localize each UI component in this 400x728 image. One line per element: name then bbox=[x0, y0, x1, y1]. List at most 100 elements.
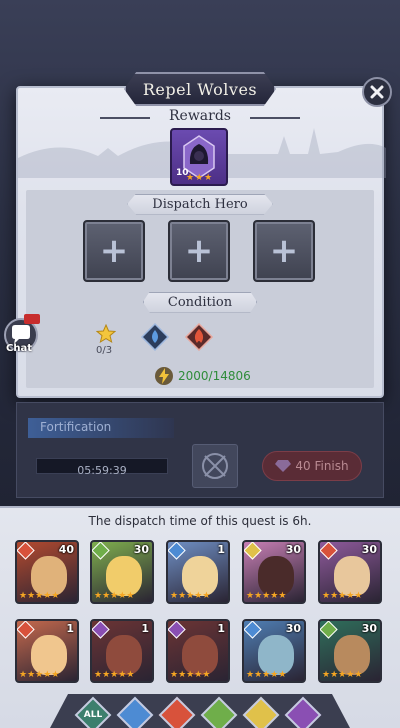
reward-item[interactable]: 10 ★ ★ ★ bbox=[170, 128, 228, 186]
hero-stars: ★ ★ ★ ★ ★ bbox=[94, 671, 134, 680]
star-icon: ★ bbox=[330, 591, 339, 601]
add-hero-slot-2[interactable]: + bbox=[168, 220, 230, 282]
fortification-timer: 05:59:39 bbox=[36, 458, 168, 477]
star-icon: ★ bbox=[19, 670, 28, 680]
star-icon: ★ bbox=[322, 670, 331, 680]
star-icon: ★ bbox=[278, 591, 287, 601]
dark-element-icon bbox=[168, 621, 186, 639]
fire-element-icon bbox=[17, 621, 35, 639]
hero-level: 30 bbox=[285, 543, 301, 556]
hero-portrait bbox=[31, 556, 67, 596]
hero-stars: ★ ★ ★ ★ ★ bbox=[94, 592, 134, 601]
star-icon: ★ bbox=[254, 591, 263, 601]
hero-portrait bbox=[182, 635, 218, 675]
hero-card[interactable]: 30 ★ ★ ★ ★ ★ bbox=[318, 619, 382, 683]
star-icon: ★ bbox=[126, 670, 135, 680]
hero-card[interactable]: 1 ★ ★ ★ ★ ★ bbox=[166, 619, 230, 683]
star-icon: ★ bbox=[262, 670, 271, 680]
water-element-icon bbox=[140, 322, 170, 352]
star-icon: ★ bbox=[118, 670, 127, 680]
add-hero-slot-1[interactable]: + bbox=[83, 220, 145, 282]
fortification-label: Fortification bbox=[40, 420, 112, 434]
hero-card[interactable]: 1 ★ ★ ★ ★ ★ bbox=[90, 619, 154, 683]
star-icon: ★ bbox=[118, 591, 127, 601]
hero-card[interactable]: 30 ★ ★ ★ ★ ★ bbox=[318, 540, 382, 604]
star-icon: ★ bbox=[346, 670, 355, 680]
hero-stars: ★ ★ ★ ★ ★ bbox=[246, 671, 286, 680]
star-icon: ★ bbox=[170, 591, 179, 601]
hero-card[interactable]: 1 ★ ★ ★ ★ ★ bbox=[15, 619, 79, 683]
star-icon: ★ bbox=[186, 173, 195, 183]
star-icon: ★ bbox=[178, 670, 187, 680]
hero-stars: ★ ★ ★ ★ ★ bbox=[322, 592, 362, 601]
hero-portrait bbox=[106, 635, 142, 675]
star-icon: ★ bbox=[338, 670, 347, 680]
hero-portrait bbox=[31, 635, 67, 675]
star-icon: ★ bbox=[126, 591, 135, 601]
fortification-timer-text: 05:59:39 bbox=[77, 464, 127, 477]
hero-level: 1 bbox=[66, 622, 74, 635]
star-icon: ★ bbox=[43, 670, 52, 680]
star-icon: ★ bbox=[102, 591, 111, 601]
close-button[interactable] bbox=[362, 77, 392, 107]
power-row: 2000/14806 bbox=[154, 366, 251, 386]
fire-element-icon bbox=[320, 542, 338, 560]
power-lightning-icon bbox=[155, 367, 173, 385]
hero-portrait bbox=[334, 556, 370, 596]
hero-card[interactable]: 30 ★ ★ ★ ★ ★ bbox=[90, 540, 154, 604]
earth-element-icon bbox=[320, 621, 338, 639]
fortification-icon bbox=[192, 444, 238, 488]
hero-level: 30 bbox=[361, 543, 377, 556]
star-icon: ★ bbox=[246, 670, 255, 680]
hero-stars: ★ ★ ★ ★ ★ bbox=[170, 671, 210, 680]
hero-stars: ★ ★ ★ ★ ★ bbox=[322, 671, 362, 680]
hero-portrait bbox=[258, 556, 294, 596]
star-icon: ★ bbox=[202, 670, 211, 680]
quest-title-plate: Repel Wolves bbox=[124, 72, 276, 106]
chat-label: Chat bbox=[6, 343, 32, 354]
star-icon: ★ bbox=[195, 173, 204, 183]
hero-stars: ★ ★ ★ ★ ★ bbox=[19, 592, 59, 601]
star-icon: ★ bbox=[270, 670, 279, 680]
star-icon: ★ bbox=[194, 670, 203, 680]
star-icon: ★ bbox=[35, 591, 44, 601]
hero-level: 1 bbox=[217, 543, 225, 556]
star-icon: ★ bbox=[110, 591, 119, 601]
star-icon: ★ bbox=[35, 670, 44, 680]
finish-button[interactable]: 40 Finish bbox=[262, 451, 362, 481]
hero-level: 30 bbox=[361, 622, 377, 635]
star-icon: ★ bbox=[110, 670, 119, 680]
star-icon: ★ bbox=[94, 591, 103, 601]
water-element-icon bbox=[244, 621, 262, 639]
power-value: 2000/14806 bbox=[178, 369, 251, 383]
hero-card[interactable]: 1 ★ ★ ★ ★ ★ bbox=[166, 540, 230, 604]
hero-level: 1 bbox=[141, 622, 149, 635]
star-icon: ★ bbox=[354, 670, 363, 680]
star-progress: 0/3 bbox=[96, 345, 113, 356]
star-icon: ★ bbox=[346, 591, 355, 601]
hero-card[interactable]: 30 ★ ★ ★ ★ ★ bbox=[242, 619, 306, 683]
star-icon: ★ bbox=[19, 591, 28, 601]
hero-card[interactable]: 30 ★ ★ ★ ★ ★ bbox=[242, 540, 306, 604]
star-icon: ★ bbox=[262, 591, 271, 601]
star-icon: ★ bbox=[254, 670, 263, 680]
star-icon: ★ bbox=[354, 591, 363, 601]
plus-icon: + bbox=[269, 231, 299, 271]
hero-portrait bbox=[182, 556, 218, 596]
star-icon: ★ bbox=[246, 591, 255, 601]
quest-title: Repel Wolves bbox=[142, 79, 258, 99]
hero-level: 30 bbox=[285, 622, 301, 635]
fortification-tab: Fortification bbox=[28, 418, 174, 438]
star-icon: ★ bbox=[278, 670, 287, 680]
star-icon: ★ bbox=[338, 591, 347, 601]
earth-element-icon bbox=[92, 542, 110, 560]
hero-card[interactable]: 40 ★ ★ ★ ★ ★ bbox=[15, 540, 79, 604]
dispatch-time-notice: The dispatch time of this quest is 6h. bbox=[88, 514, 312, 528]
star-icon: ★ bbox=[102, 670, 111, 680]
condition-label: Condition bbox=[142, 291, 258, 313]
star-icon: ★ bbox=[322, 591, 331, 601]
add-hero-slot-3[interactable]: + bbox=[253, 220, 315, 282]
star-icon: ★ bbox=[178, 591, 187, 601]
star-icon: ★ bbox=[27, 591, 36, 601]
close-icon bbox=[370, 85, 384, 99]
